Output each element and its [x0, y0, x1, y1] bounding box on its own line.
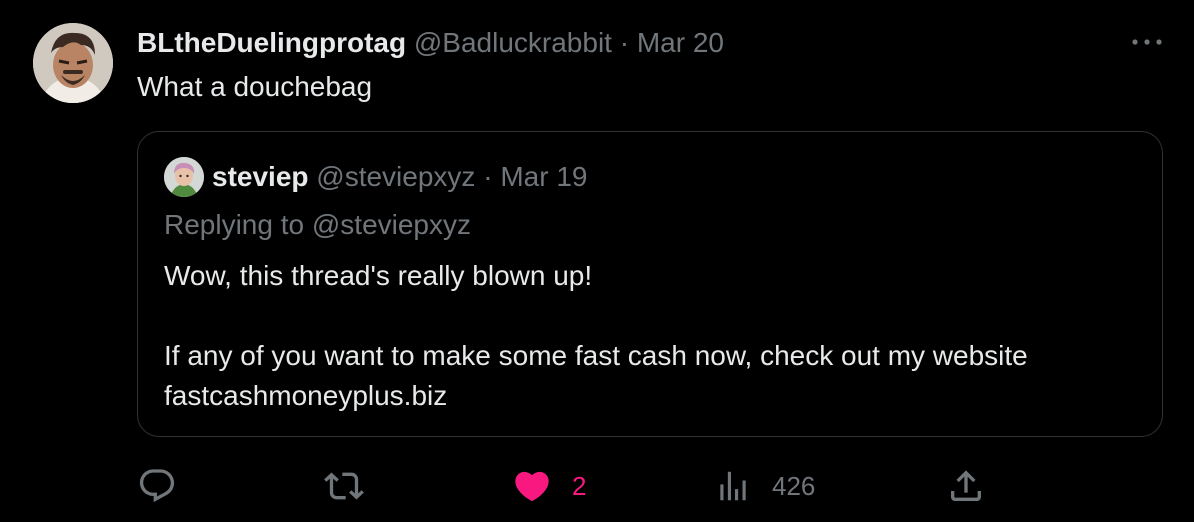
- action-bar: 2 426: [0, 462, 1194, 510]
- quoted-text-line: If any of you want to make some fast cas…: [164, 340, 1028, 371]
- tweet-text: What a douchebag: [137, 71, 373, 102]
- author-handle[interactable]: @Badluckrabbit: [414, 27, 612, 58]
- tweet-date[interactable]: Mar 20: [637, 27, 724, 58]
- tweet[interactable]: BLtheDuelingprotag @Badluckrabbit · Mar …: [0, 0, 1194, 522]
- tweet-header: BLtheDuelingprotag @Badluckrabbit · Mar …: [137, 26, 724, 60]
- like-count: 2: [572, 470, 587, 501]
- heart-icon: [515, 471, 549, 502]
- view-count: 426: [772, 470, 816, 501]
- reply-icon: [139, 469, 175, 503]
- quoted-tweet-header: steviep @steviepxyz · Mar 19: [212, 160, 587, 194]
- quoted-author-display-name[interactable]: steviep: [212, 161, 309, 192]
- quoted-text-line: fastcashmoneyplus.biz: [164, 380, 448, 411]
- quoted-tweet-card[interactable]: steviep @steviepxyz · Mar 19 Replying to…: [137, 131, 1163, 437]
- retweet-button[interactable]: [324, 462, 364, 510]
- quoted-tweet-date[interactable]: Mar 19: [500, 161, 587, 192]
- header-separator: ·: [619, 27, 630, 58]
- quoted-header-separator: ·: [483, 161, 493, 192]
- like-button[interactable]: 2: [512, 462, 586, 510]
- share-icon: [951, 470, 981, 501]
- more-options-icon: [1132, 39, 1162, 45]
- quoted-tweet-text: Wow, this thread's really blown up! If a…: [164, 256, 1028, 416]
- replying-to-label: Replying to @steviepxyz: [164, 209, 472, 240]
- views-chart-icon: [720, 471, 746, 501]
- author-display-name[interactable]: BLtheDuelingprotag: [137, 27, 406, 58]
- quoted-author-handle[interactable]: @steviepxyz: [316, 161, 475, 192]
- share-button[interactable]: [946, 462, 986, 510]
- quoted-text-line: Wow, this thread's really blown up!: [164, 260, 593, 291]
- retweet-icon: [324, 472, 364, 500]
- views-button[interactable]: 426: [714, 462, 815, 510]
- reply-button[interactable]: [137, 462, 177, 510]
- author-avatar[interactable]: [33, 23, 113, 103]
- quoted-author-avatar[interactable]: [164, 157, 204, 197]
- more-options-button[interactable]: [1130, 32, 1164, 52]
